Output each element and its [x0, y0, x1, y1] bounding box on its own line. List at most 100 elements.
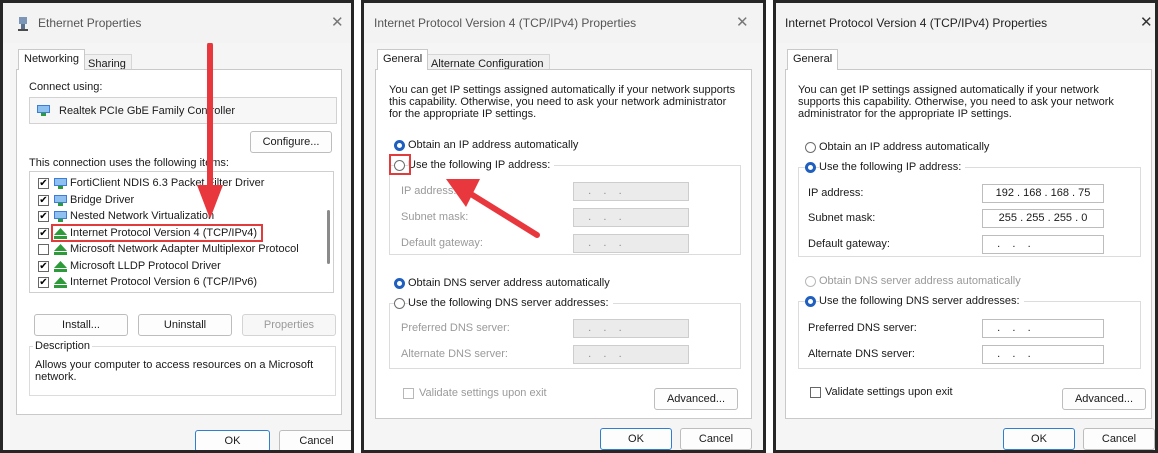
item-highlight-box: [51, 223, 263, 242]
list-item[interactable]: ✔ Internet Protocol Version 4 (TCP/IPv4): [38, 223, 323, 242]
preferred-dns-label: Preferred DNS server:: [401, 322, 510, 334]
general-tab-page: You can get IP settings assigned automat…: [375, 69, 752, 419]
network-monitor-icon: [54, 211, 67, 222]
use-following-dns-radio[interactable]: [805, 296, 816, 307]
obtain-dns-auto-label: Obtain DNS server address automatically: [408, 277, 610, 289]
preferred-dns-field[interactable]: . . .: [982, 319, 1104, 338]
validate-checkbox[interactable]: [810, 387, 821, 398]
obtain-dns-auto-label: Obtain DNS server address automatically: [819, 275, 1021, 287]
validate-checkbox[interactable]: [403, 388, 414, 399]
ok-label: OK: [628, 433, 644, 445]
protocol-icon: [54, 260, 67, 272]
ok-label: OK: [224, 435, 241, 447]
default-gateway-field[interactable]: . . .: [982, 235, 1104, 254]
install-button[interactable]: Install...: [34, 314, 128, 336]
item-checkbox[interactable]: [38, 244, 49, 255]
advanced-button[interactable]: Advanced...: [1062, 388, 1146, 410]
list-item[interactable]: ✔ Internet Protocol Version 6 (TCP/IPv6): [38, 274, 323, 290]
ipv4-properties-dialog-after: Internet Protocol Version 4 (TCP/IPv4) P…: [773, 0, 1158, 453]
annotation-arrow-left: [446, 179, 540, 238]
item-checkbox[interactable]: ✔: [38, 178, 49, 189]
network-adapter-icon: [37, 105, 50, 116]
alternate-dns-field[interactable]: . . .: [982, 345, 1104, 364]
title-bar: Internet Protocol Version 4 (TCP/IPv4) P…: [776, 3, 1155, 43]
adapter-box: Realtek PCIe GbE Family Controller: [29, 97, 337, 124]
subnet-mask-label: Subnet mask:: [808, 212, 876, 224]
obtain-ip-auto-radio[interactable]: [394, 140, 405, 151]
obtain-ip-auto-label: Obtain an IP address automatically: [819, 141, 990, 153]
list-item[interactable]: ✔ Bridge Driver: [38, 192, 323, 208]
default-gateway-label: Default gateway:: [808, 238, 890, 250]
ok-label: OK: [1031, 433, 1047, 445]
annotation-arrow-down: [197, 43, 223, 219]
list-item[interactable]: ✔ Nested Network Virtualization: [38, 208, 323, 224]
use-following-ip-radio[interactable]: [805, 162, 816, 173]
properties-button[interactable]: Properties: [242, 314, 336, 336]
title-bar: Ethernet Properties ✕: [3, 3, 351, 43]
tab-general[interactable]: General: [377, 49, 429, 70]
cancel-label: Cancel: [698, 433, 734, 445]
dialog-title: Ethernet Properties: [38, 16, 142, 30]
item-checkbox[interactable]: ✔: [38, 260, 49, 272]
ok-button[interactable]: OK: [1003, 428, 1075, 450]
ip-address-field[interactable]: 192 . 168 . 168 . 75: [982, 184, 1104, 203]
default-gateway-field[interactable]: . . .: [573, 234, 689, 253]
intro-text: You can get IP settings assigned automat…: [798, 84, 1114, 120]
configure-button[interactable]: Configure...: [250, 131, 332, 153]
subnet-mask-field[interactable]: 255 . 255 . 255 . 0: [982, 209, 1104, 228]
list-item[interactable]: ✔ FortiClient NDIS 6.3 Packet Filter Driv…: [38, 175, 323, 191]
item-checkbox[interactable]: ✔: [38, 277, 49, 288]
protocol-icon: [54, 244, 67, 255]
tab-networking[interactable]: Networking: [18, 49, 86, 70]
advanced-button[interactable]: Advanced...: [654, 388, 738, 410]
list-scrollbar[interactable]: [327, 210, 330, 264]
close-icon[interactable]: ✕: [736, 15, 749, 30]
cancel-label: Cancel: [299, 435, 334, 447]
validate-label: Validate settings upon exit: [419, 387, 547, 399]
item-checkbox[interactable]: ✔: [38, 227, 49, 239]
tab-general[interactable]: General: [787, 49, 839, 70]
description-title: Description: [33, 340, 93, 352]
obtain-dns-auto-radio[interactable]: [805, 276, 816, 287]
use-following-ip-label: Use the following IP address:: [408, 159, 555, 171]
protocol-icon: [54, 277, 67, 288]
cancel-label: Cancel: [1101, 433, 1137, 445]
obtain-ip-auto-radio[interactable]: [805, 142, 816, 153]
item-checkbox[interactable]: ✔: [38, 211, 49, 222]
uninstall-button[interactable]: Uninstall: [138, 314, 232, 336]
connect-using-label: Connect using:: [29, 81, 103, 93]
obtain-dns-auto-radio[interactable]: [394, 278, 405, 289]
uninstall-label: Uninstall: [163, 319, 207, 331]
cancel-button[interactable]: Cancel: [680, 428, 752, 450]
alternate-dns-field[interactable]: . . .: [573, 345, 689, 364]
title-bar: Internet Protocol Version 4 (TCP/IPv4) P…: [364, 3, 763, 43]
list-item[interactable]: ✔ Microsoft LLDP Protocol Driver: [38, 258, 323, 274]
ok-button[interactable]: OK: [600, 428, 672, 450]
list-item[interactable]: Microsoft Network Adapter Multiplexor Pr…: [38, 241, 323, 257]
cancel-button[interactable]: Cancel: [279, 430, 351, 450]
use-following-dns-radio[interactable]: [394, 298, 405, 309]
ethernet-adapter-icon: [18, 17, 28, 31]
item-checkbox[interactable]: ✔: [38, 194, 49, 206]
networking-tab-page: Connect using: Realtek PCIe GbE Family C…: [16, 69, 342, 415]
preferred-dns-field[interactable]: . . .: [573, 319, 689, 338]
advanced-label: Advanced...: [666, 393, 726, 405]
cancel-button[interactable]: Cancel: [1083, 428, 1155, 450]
dialog-title: Internet Protocol Version 4 (TCP/IPv4) P…: [374, 16, 637, 30]
item-label: FortiClient NDIS 6.3 Packet Filter Drive…: [70, 177, 265, 189]
radio-highlight-box: [389, 154, 411, 175]
close-icon[interactable]: ✕: [1140, 15, 1153, 30]
ok-button[interactable]: OK: [195, 430, 270, 450]
subnet-mask-field[interactable]: . . .: [573, 208, 689, 227]
ethernet-properties-dialog: Ethernet Properties ✕ Networking Sharing…: [0, 0, 354, 453]
alternate-dns-label: Alternate DNS server:: [401, 348, 508, 360]
description-text: Allows your computer to access resources…: [35, 359, 314, 383]
ip-address-label: IP address:: [808, 187, 864, 199]
close-icon[interactable]: ✕: [331, 15, 344, 30]
network-monitor-icon: [54, 178, 67, 189]
item-label: Internet Protocol Version 6 (TCP/IPv6): [70, 276, 258, 288]
use-following-dns-label: Use the following DNS server addresses:: [408, 297, 613, 309]
use-following-ip-label: Use the following IP address:: [819, 161, 966, 173]
ip-address-field[interactable]: . . .: [573, 182, 689, 201]
install-label: Install...: [62, 319, 100, 331]
